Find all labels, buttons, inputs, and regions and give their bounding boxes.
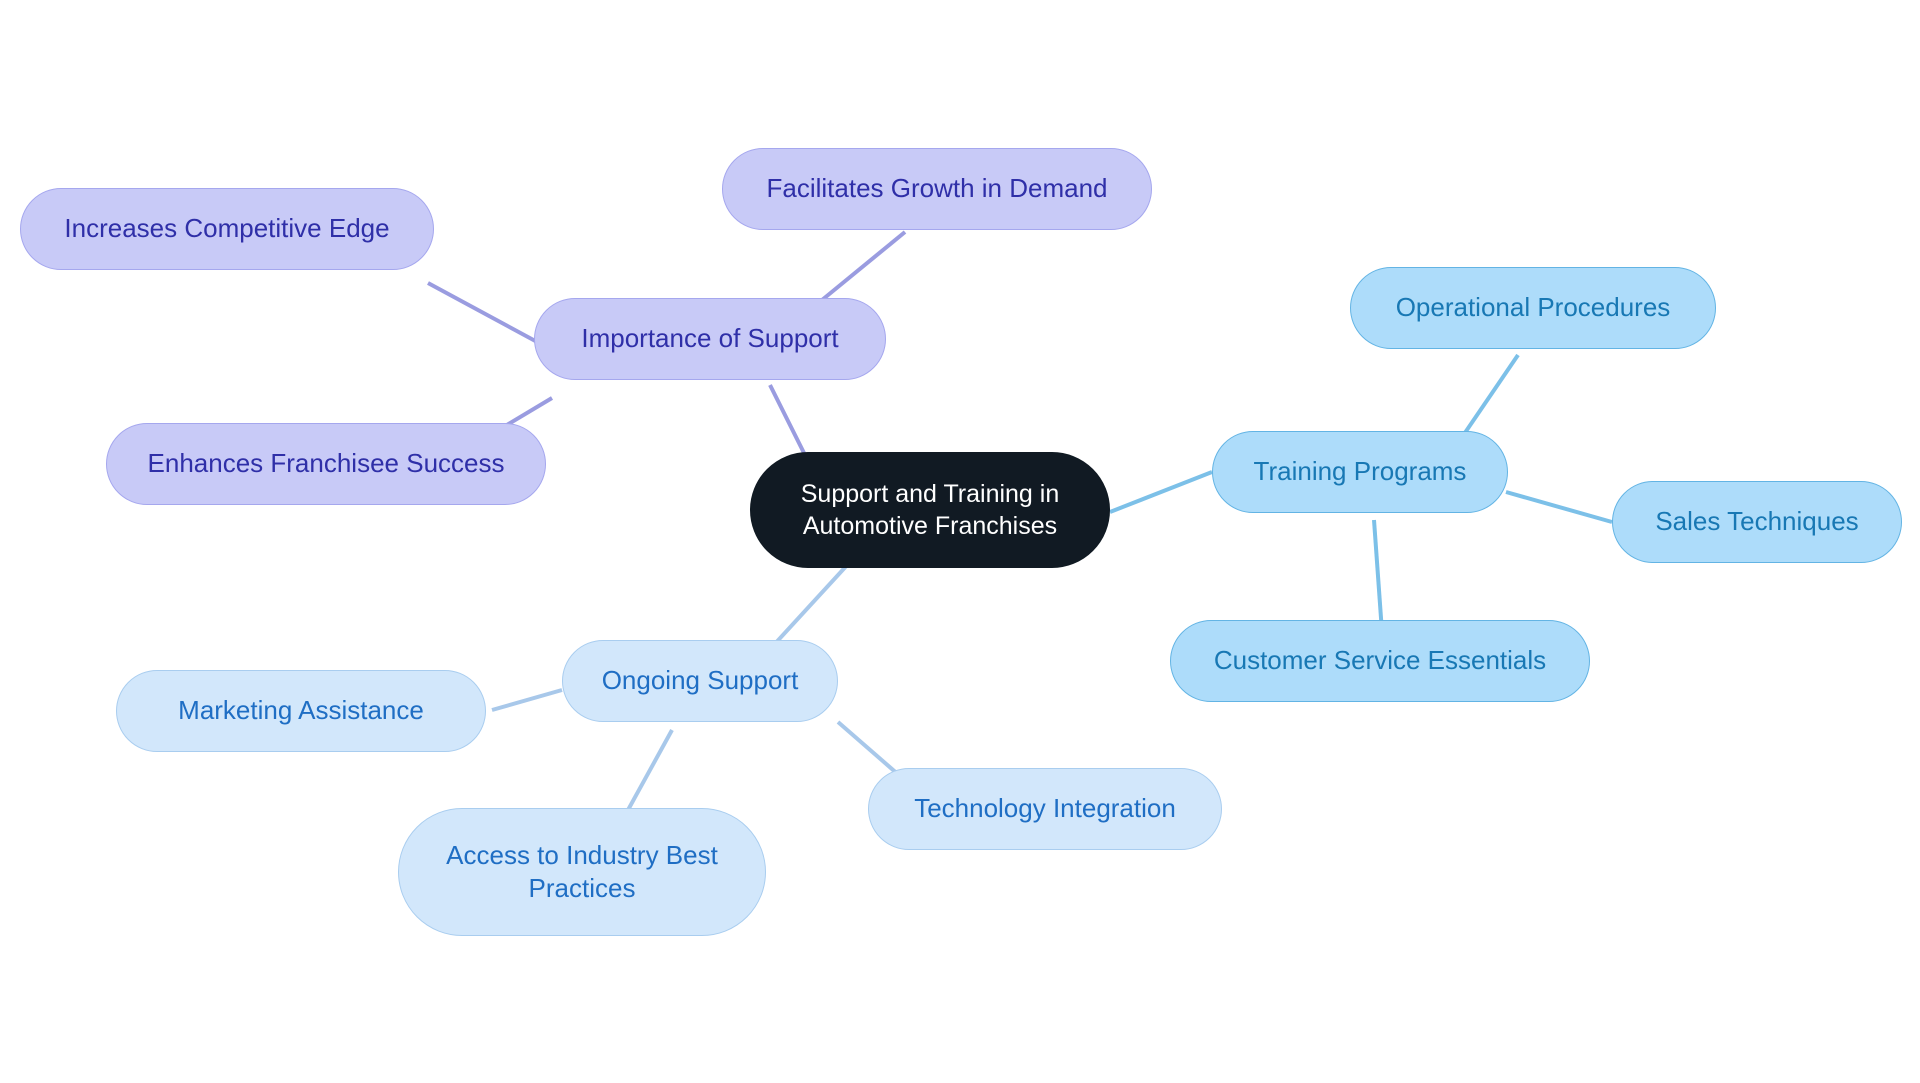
branch-label-importance-of-support: Importance of Support: [581, 323, 839, 354]
leaf-label-sales-techniques: Sales Techniques: [1655, 506, 1859, 537]
leaf-node-facilitates-growth-in-demand[interactable]: Facilitates Growth in Demand: [722, 148, 1152, 230]
leaf-node-operational-procedures[interactable]: Operational Procedures: [1350, 267, 1716, 349]
root-node[interactable]: Support and Training in Automotive Franc…: [750, 452, 1110, 568]
leaf-node-sales-techniques[interactable]: Sales Techniques: [1612, 481, 1902, 563]
leaf-label-operational-procedures: Operational Procedures: [1395, 292, 1671, 323]
edge-root-to-training-programs: [1109, 470, 1213, 514]
edge-ongoing-to-marketing-assistance: [491, 688, 563, 712]
edge-ongoing-to-technology-integration: [836, 720, 902, 778]
leaf-node-customer-service-essentials[interactable]: Customer Service Essentials: [1170, 620, 1590, 702]
edge-training-to-sales-techniques: [1505, 490, 1613, 524]
branch-node-training-programs[interactable]: Training Programs: [1212, 431, 1508, 513]
leaf-label-increases-competitive-edge: Increases Competitive Edge: [64, 213, 390, 244]
leaf-node-access-to-industry-best-practices[interactable]: Access to Industry Best Practices: [398, 808, 766, 936]
root-node-label: Support and Training in Automotive Franc…: [800, 480, 1060, 540]
branch-label-ongoing-support: Ongoing Support: [601, 665, 799, 696]
edge-training-to-customer-service-essentials: [1372, 519, 1384, 633]
leaf-node-technology-integration[interactable]: Technology Integration: [868, 768, 1222, 850]
branch-node-ongoing-support[interactable]: Ongoing Support: [562, 640, 838, 722]
edge-importance-to-facilitates-growth: [820, 230, 907, 302]
mindmap-canvas: Support and Training in Automotive Franc…: [0, 0, 1920, 1083]
branch-label-training-programs: Training Programs: [1253, 456, 1467, 487]
leaf-node-marketing-assistance[interactable]: Marketing Assistance: [116, 670, 486, 752]
leaf-label-customer-service-essentials: Customer Service Essentials: [1213, 645, 1547, 676]
leaf-node-enhances-franchisee-success[interactable]: Enhances Franchisee Success: [106, 423, 546, 505]
leaf-label-enhances-franchisee-success: Enhances Franchisee Success: [147, 448, 505, 479]
leaf-node-increases-competitive-edge[interactable]: Increases Competitive Edge: [20, 188, 434, 270]
edge-training-to-operational-procedures: [1456, 353, 1520, 445]
leaf-label-access-to-industry-best-practices: Access to Industry Best Practices: [446, 839, 718, 903]
branch-node-importance-of-support[interactable]: Importance of Support: [534, 298, 886, 380]
leaf-label-marketing-assistance: Marketing Assistance: [178, 695, 424, 726]
leaf-label-facilitates-growth-in-demand: Facilitates Growth in Demand: [766, 173, 1108, 204]
edge-ongoing-to-access-best-practices: [626, 729, 674, 811]
leaf-label-technology-integration: Technology Integration: [914, 793, 1176, 824]
